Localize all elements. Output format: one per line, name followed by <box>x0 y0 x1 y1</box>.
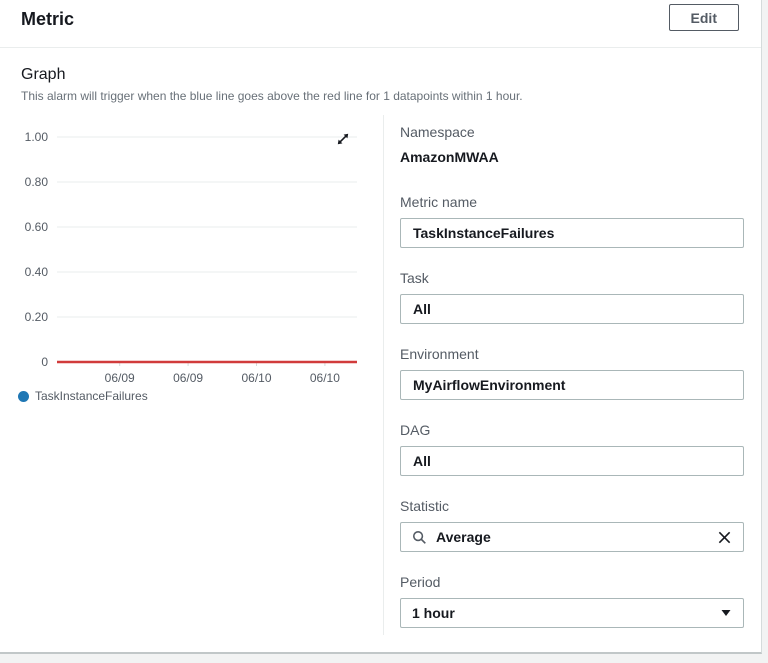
statistic-input[interactable]: Average <box>400 522 744 552</box>
legend-color-dot <box>18 391 29 402</box>
metric-name-label: Metric name <box>400 194 477 210</box>
dag-field: DAG <box>400 422 744 476</box>
task-field: Task <box>400 270 744 324</box>
namespace-field: Namespace AmazonMWAA <box>400 124 744 166</box>
expand-chart-icon[interactable] <box>334 130 352 148</box>
dag-label: DAG <box>400 422 430 438</box>
statistic-label: Statistic <box>400 498 449 514</box>
task-input[interactable] <box>400 294 744 324</box>
graph-description: This alarm will trigger when the blue li… <box>21 89 523 103</box>
svg-text:0: 0 <box>41 355 48 369</box>
chevron-down-icon <box>720 608 732 618</box>
period-select[interactable]: 1 hour <box>400 598 744 628</box>
namespace-value: AmazonMWAA <box>400 148 744 166</box>
metric-name-field: Metric name <box>400 194 744 248</box>
svg-text:06/09: 06/09 <box>173 371 203 385</box>
period-field: Period 1 hour <box>400 574 744 628</box>
metric-chart-container: 1.00 0.80 0.60 0.40 0.20 0 06/09 06/09 06/10 06/1… <box>20 125 366 387</box>
svg-text:06/10: 06/10 <box>310 371 340 385</box>
svg-text:0.20: 0.20 <box>25 310 49 324</box>
metric-name-input[interactable] <box>400 218 744 248</box>
svg-text:0.80: 0.80 <box>25 175 49 189</box>
svg-text:06/09: 06/09 <box>105 371 135 385</box>
namespace-label: Namespace <box>400 124 744 140</box>
svg-text:06/10: 06/10 <box>241 371 271 385</box>
search-icon <box>412 530 427 545</box>
graph-heading: Graph <box>21 66 65 84</box>
svg-text:0.40: 0.40 <box>25 265 49 279</box>
metric-chart: 1.00 0.80 0.60 0.40 0.20 0 06/09 06/09 06/10 06/1… <box>20 125 366 387</box>
legend-label: TaskInstanceFailures <box>35 389 148 403</box>
panel-header: Metric Edit <box>0 0 761 48</box>
vertical-divider <box>383 115 384 635</box>
dag-input[interactable] <box>400 446 744 476</box>
period-value: 1 hour <box>412 605 455 621</box>
task-label: Task <box>400 270 429 286</box>
edit-button[interactable]: Edit <box>669 4 739 31</box>
svg-text:0.60: 0.60 <box>25 220 49 234</box>
svg-text:1.00: 1.00 <box>25 130 49 144</box>
environment-label: Environment <box>400 346 479 362</box>
statistic-field: Statistic Average <box>400 498 744 552</box>
metric-fields: Namespace AmazonMWAA Metric name Task En… <box>400 124 744 628</box>
legend-item-taskinstancefailures[interactable]: TaskInstanceFailures <box>18 389 148 403</box>
clear-statistic-icon[interactable] <box>717 530 732 545</box>
environment-field: Environment <box>400 346 744 400</box>
page-title: Metric <box>21 9 74 30</box>
metric-panel: Metric Edit Graph This alarm will trigge… <box>0 0 762 654</box>
statistic-value: Average <box>436 529 491 545</box>
period-label: Period <box>400 574 440 590</box>
environment-input[interactable] <box>400 370 744 400</box>
